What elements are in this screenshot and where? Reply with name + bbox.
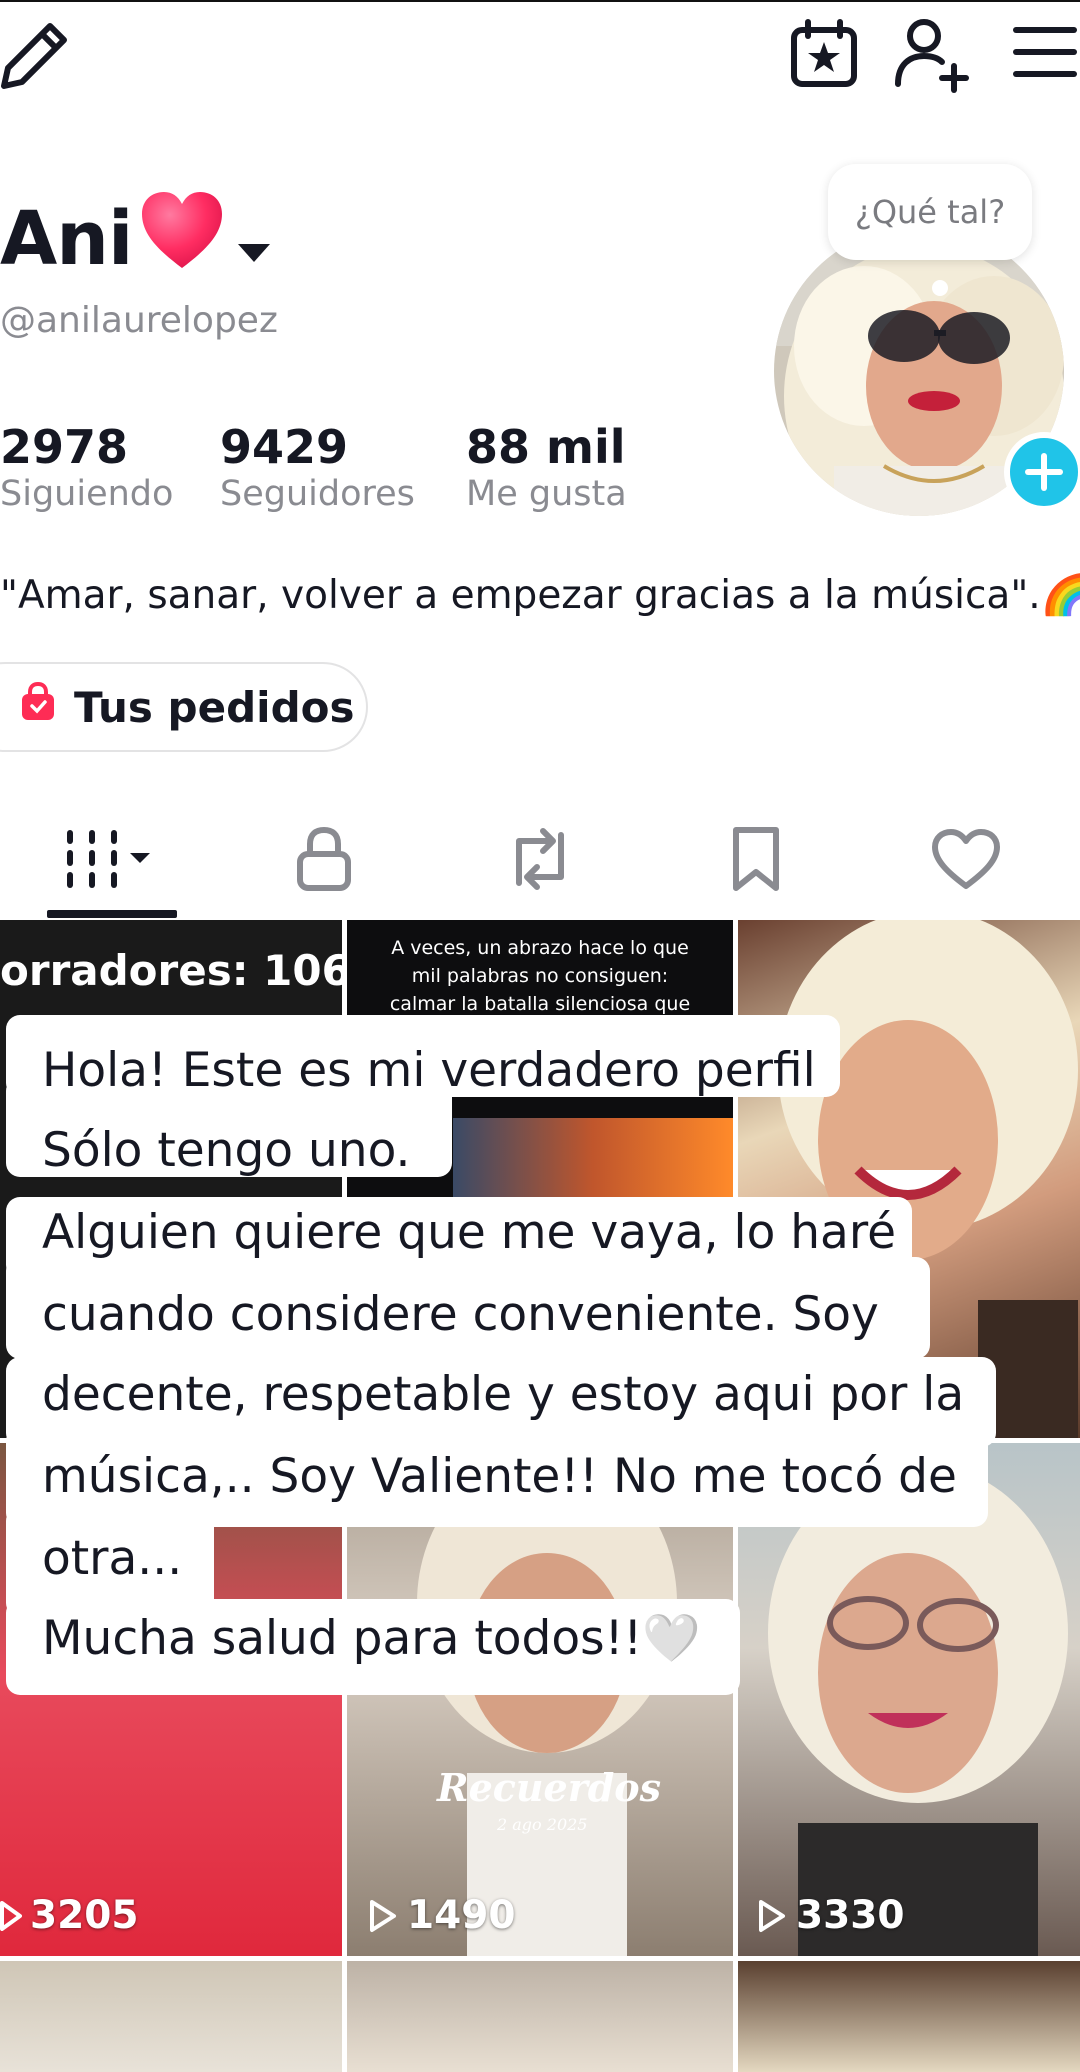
orders-label: Tus pedidos [74,682,355,732]
tab-private[interactable] [216,800,432,918]
orders-button[interactable]: Tus pedidos [0,662,368,752]
profile-name: Ani [0,196,133,282]
overlay-line-1: Hola! Este es mi verdadero perfil [42,1043,816,1098]
grid-icon [67,830,150,888]
bookmark-icon [733,827,779,891]
stat-following-label: Siguiendo [0,474,174,514]
video-thumb-5-date: 2 ago 2025 [497,1815,588,1834]
repost-icon [516,828,564,890]
video-thumb-6-views-count: 3330 [796,1893,905,1938]
plus-icon [1025,453,1063,491]
stat-followers-label: Seguidores [220,474,415,514]
top-border [0,0,1080,2]
video-thumb-2-line-2: mil palabras no consiguen: [411,965,669,987]
profile-tabs [0,800,1080,918]
video-thumb-5-views-count: 1490 [407,1893,516,1938]
overlay-line-8: Mucha salud para todos!!🤍 [42,1611,701,1666]
stat-likes-label: Me gusta [466,474,627,514]
play-icon [0,1900,22,1931]
status-bubble-text: ¿Qué tal? [854,193,1006,231]
tab-saved[interactable] [648,800,864,918]
account-switch-caret-icon[interactable] [236,196,272,282]
tab-videos[interactable] [4,800,220,918]
stat-followers-value: 9429 [220,420,349,474]
add-story-button[interactable] [1004,432,1080,512]
bubble-tail [932,280,948,296]
hamburger-menu-icon[interactable] [1010,22,1080,82]
profile-handle: @anilaurelopez [0,300,278,341]
shopping-bag-icon [20,681,56,732]
video-thumb-5-views: 1490 [369,1893,516,1938]
lock-icon [297,826,351,891]
pencil-icon[interactable] [0,14,72,94]
stat-followers[interactable]: 9429 Seguidores [220,420,415,514]
profile-name-row[interactable]: Ani [0,188,272,290]
calendar-star-icon[interactable] [786,16,862,92]
person-add-icon[interactable] [892,14,972,94]
video-thumb-4-views: 3205 [0,1893,139,1938]
video-thumb-2-line-1: A veces, un abrazo hace lo que [391,937,689,959]
video-thumb-7[interactable] [0,1961,342,2072]
stat-following-value: 2978 [0,420,129,474]
overlay-line-3: Alguien quiere que me vaya, lo haré [42,1205,897,1260]
text-overlay: Hola! Este es mi verdadero perfil Sólo t… [6,1015,996,1695]
overlay-line-6: música,.. Soy Valiente!! No me tocó de [42,1449,957,1504]
video-thumb-4-views-count: 3205 [30,1893,139,1938]
video-thumb-2-line-3: calmar la batalla silenciosa que [389,993,691,1015]
stat-likes[interactable]: 88 mil Me gusta [466,420,627,514]
overlay-line-4: cuando considere conveniente. Soy [42,1287,879,1342]
overlay-line-5: decente, respetable y estoy aqui por la [42,1367,965,1422]
play-icon [370,1899,396,1932]
overlay-line-7: otra... [42,1531,183,1586]
heart-outline-icon [932,829,1000,889]
tab-reposts[interactable] [432,800,648,918]
video-thumb-8[interactable] [347,1961,733,2072]
stat-following[interactable]: 2978 Siguiendo [0,420,173,514]
tab-liked[interactable] [858,800,1074,918]
play-icon [759,1899,785,1932]
heart-icon [138,188,226,290]
overlay-line-2: Sólo tengo uno. [42,1123,411,1178]
stat-likes-value: 88 mil [466,420,626,474]
profile-bio: "Amar, sanar, volver a empezar gracias a… [0,573,1080,618]
video-thumb-6-views: 3330 [758,1893,905,1938]
video-thumb-5-title: Recuerdos [437,1765,662,1810]
video-thumb-9[interactable] [738,1961,1080,2072]
video-thumb-1-caption: orradores: 106 [0,946,342,995]
status-bubble[interactable]: ¿Qué tal? [828,164,1032,260]
active-tab-indicator [47,910,177,918]
